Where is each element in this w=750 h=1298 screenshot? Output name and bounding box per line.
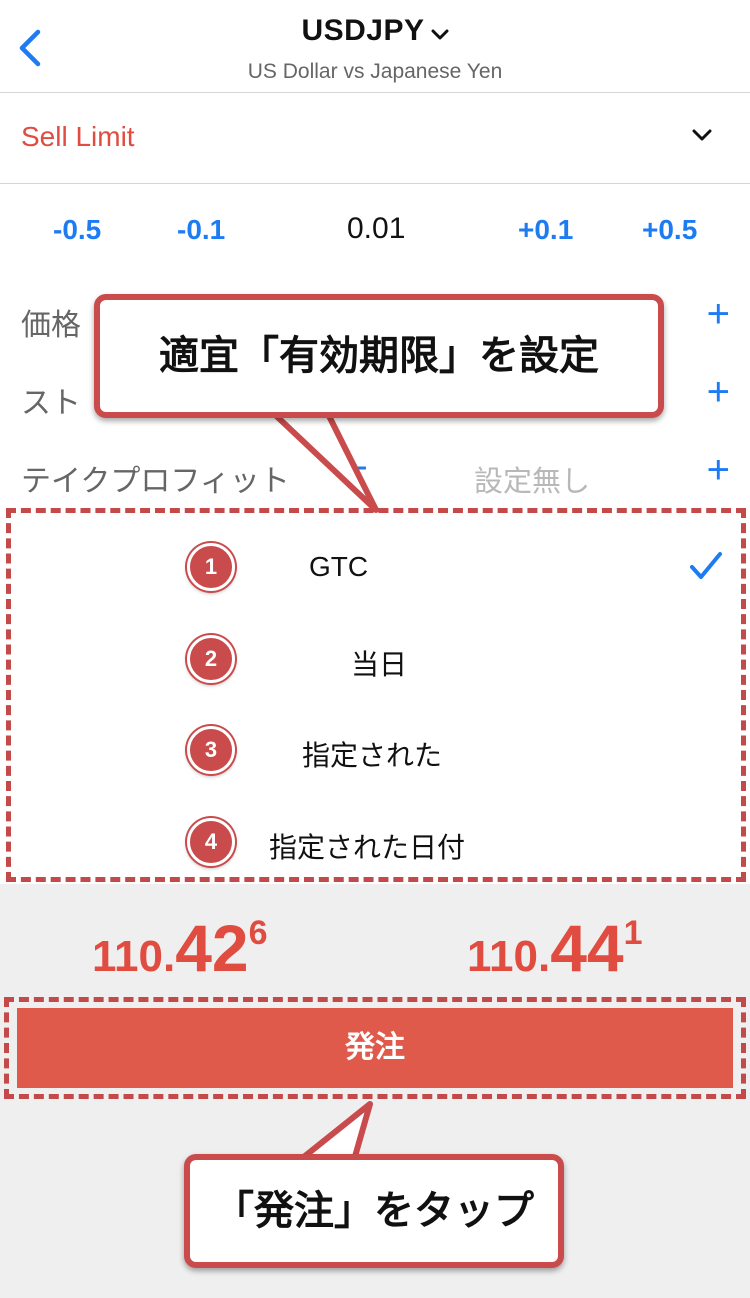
bid-price-prefix: 110. [92,932,176,981]
annotation-callout-expiry: 適宜「有効期限」を設定 [94,294,664,418]
step-badge: 4 [187,818,235,866]
volume-plus-0.1-button[interactable]: +0.1 [518,214,573,246]
step-badge: 1 [187,543,235,591]
takeprofit-plus-button[interactable]: + [707,450,730,490]
symbol-title: USDJPY [301,14,425,47]
step-badge: 3 [187,726,235,774]
price-label: 価格 [21,309,81,342]
order-screen: USDJPY US Dollar vs Japanese Yen Sell Li… [0,0,750,1298]
bid-price-sup: 6 [248,914,268,952]
expiration-option-label: GTC [309,551,369,582]
price-plus-button[interactable]: + [707,294,730,334]
volume-plus-0.5-button[interactable]: +0.5 [642,214,697,246]
expiration-option-specified-date[interactable]: 4 指定された日付 [11,796,750,886]
stoploss-plus-button[interactable]: + [707,372,730,412]
ask-price-sup: 1 [623,914,643,952]
expiration-option-specified[interactable]: 3 指定された [11,704,750,794]
symbol-selector[interactable]: USDJPY [0,14,750,49]
stoploss-label: スト [21,387,81,420]
expiration-option-gtc[interactable]: 1 GTC [11,521,750,611]
chevron-down-icon [692,129,712,147]
place-order-button[interactable]: 発注 [17,1008,733,1088]
volume-value[interactable]: 0.01 [347,212,405,246]
ask-price: 110.441 [467,910,643,986]
bid-price: 110.426 [92,910,268,986]
callout-pointer [267,406,379,513]
takeprofit-value[interactable]: 設定無し [474,458,590,500]
ask-price-prefix: 110. [467,932,551,981]
order-type-selector[interactable]: Sell Limit [0,93,750,184]
chevron-down-icon [431,15,449,49]
expiration-option-label: 指定された [302,740,443,771]
step-badge: 2 [187,635,235,683]
expiration-option-label: 当日 [351,649,408,680]
volume-minus-0.5-button[interactable]: -0.5 [53,214,101,246]
expiration-option-label: 指定された日付 [269,832,466,863]
order-type-label: Sell Limit [21,121,135,152]
checkmark-icon [689,551,723,586]
annotation-callout-order: 「発注」をタップ [184,1154,564,1268]
expiration-list: 1 GTC 2 当日 3 指定された 4 指定された日付 [6,508,746,882]
order-button-highlight: 発注 [4,997,746,1099]
volume-stepper: -0.5 -0.1 0.01 +0.1 +0.5 [0,200,750,260]
expiration-option-today[interactable]: 2 当日 [11,613,750,703]
ask-price-big: 44 [550,911,624,985]
symbol-description: US Dollar vs Japanese Yen [247,60,503,83]
volume-minus-0.1-button[interactable]: -0.1 [177,214,225,246]
header: USDJPY US Dollar vs Japanese Yen [0,0,750,93]
bid-price-big: 42 [175,911,249,985]
